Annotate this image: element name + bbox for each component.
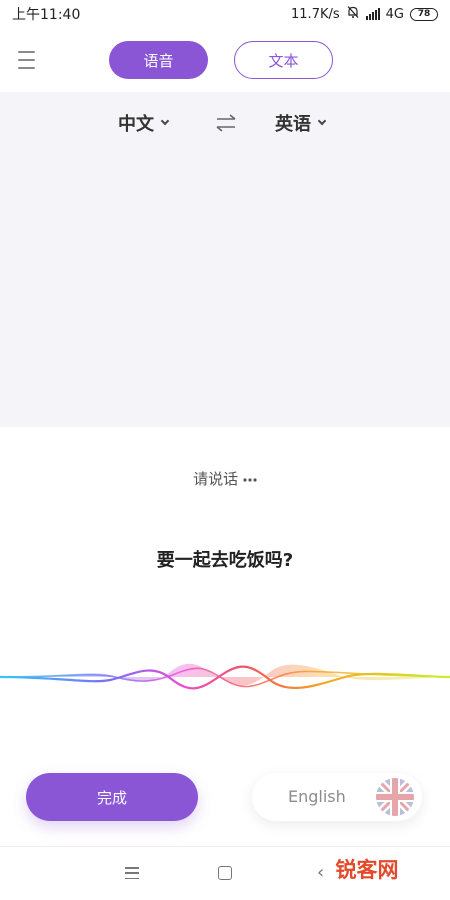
swap-arrows-icon[interactable] bbox=[213, 112, 239, 134]
top-bar: 语音 文本 bbox=[0, 38, 450, 82]
uk-flag-icon bbox=[376, 778, 414, 816]
bell-off-icon bbox=[346, 5, 360, 23]
back-icon[interactable]: ‹ bbox=[317, 864, 329, 882]
network-type: 4G bbox=[385, 6, 404, 22]
listening-dots-icon bbox=[243, 477, 257, 482]
target-language-selector[interactable]: 英语 bbox=[275, 110, 327, 136]
battery-icon: 78 bbox=[410, 7, 438, 21]
network-speed: 11.7K/s bbox=[291, 6, 340, 22]
chevron-down-icon bbox=[317, 116, 327, 126]
speech-prompt: 请说话 bbox=[0, 468, 450, 489]
chevron-down-icon bbox=[160, 116, 170, 126]
tab-text[interactable]: 文本 bbox=[234, 41, 333, 79]
signal-icon bbox=[365, 8, 380, 20]
recognized-text: 要一起去吃饭吗? bbox=[156, 550, 294, 571]
battery-level: 78 bbox=[417, 8, 431, 19]
done-button[interactable]: 完成 bbox=[26, 773, 198, 821]
home-icon[interactable] bbox=[218, 866, 232, 880]
language-switch-button[interactable]: English bbox=[252, 773, 422, 821]
status-time: 上午11:40 bbox=[12, 7, 81, 23]
tab-voice-label: 语音 bbox=[143, 51, 174, 70]
done-button-label: 完成 bbox=[96, 788, 127, 807]
translation-panel: 中文 英语 bbox=[0, 92, 450, 427]
source-language-label: 中文 bbox=[118, 114, 154, 135]
recent-apps-icon[interactable] bbox=[125, 867, 139, 879]
language-pill-label: English bbox=[288, 787, 346, 806]
watermark-logo: 锐客网 bbox=[334, 857, 400, 884]
speech-prompt-label: 请说话 bbox=[193, 470, 239, 488]
status-indicators: 11.7K/s 4G 78 bbox=[291, 5, 438, 23]
voice-waveform bbox=[0, 663, 450, 690]
menu-icon[interactable] bbox=[18, 46, 48, 74]
tab-voice[interactable]: 语音 bbox=[109, 41, 208, 79]
source-language-selector[interactable]: 中文 bbox=[118, 110, 170, 136]
tab-text-label: 文本 bbox=[268, 51, 299, 70]
target-language-label: 英语 bbox=[275, 114, 311, 135]
svg-text:锐客网: 锐客网 bbox=[336, 858, 399, 882]
status-bar: 上午11:40 11.7K/s 4G 78 bbox=[0, 0, 450, 28]
